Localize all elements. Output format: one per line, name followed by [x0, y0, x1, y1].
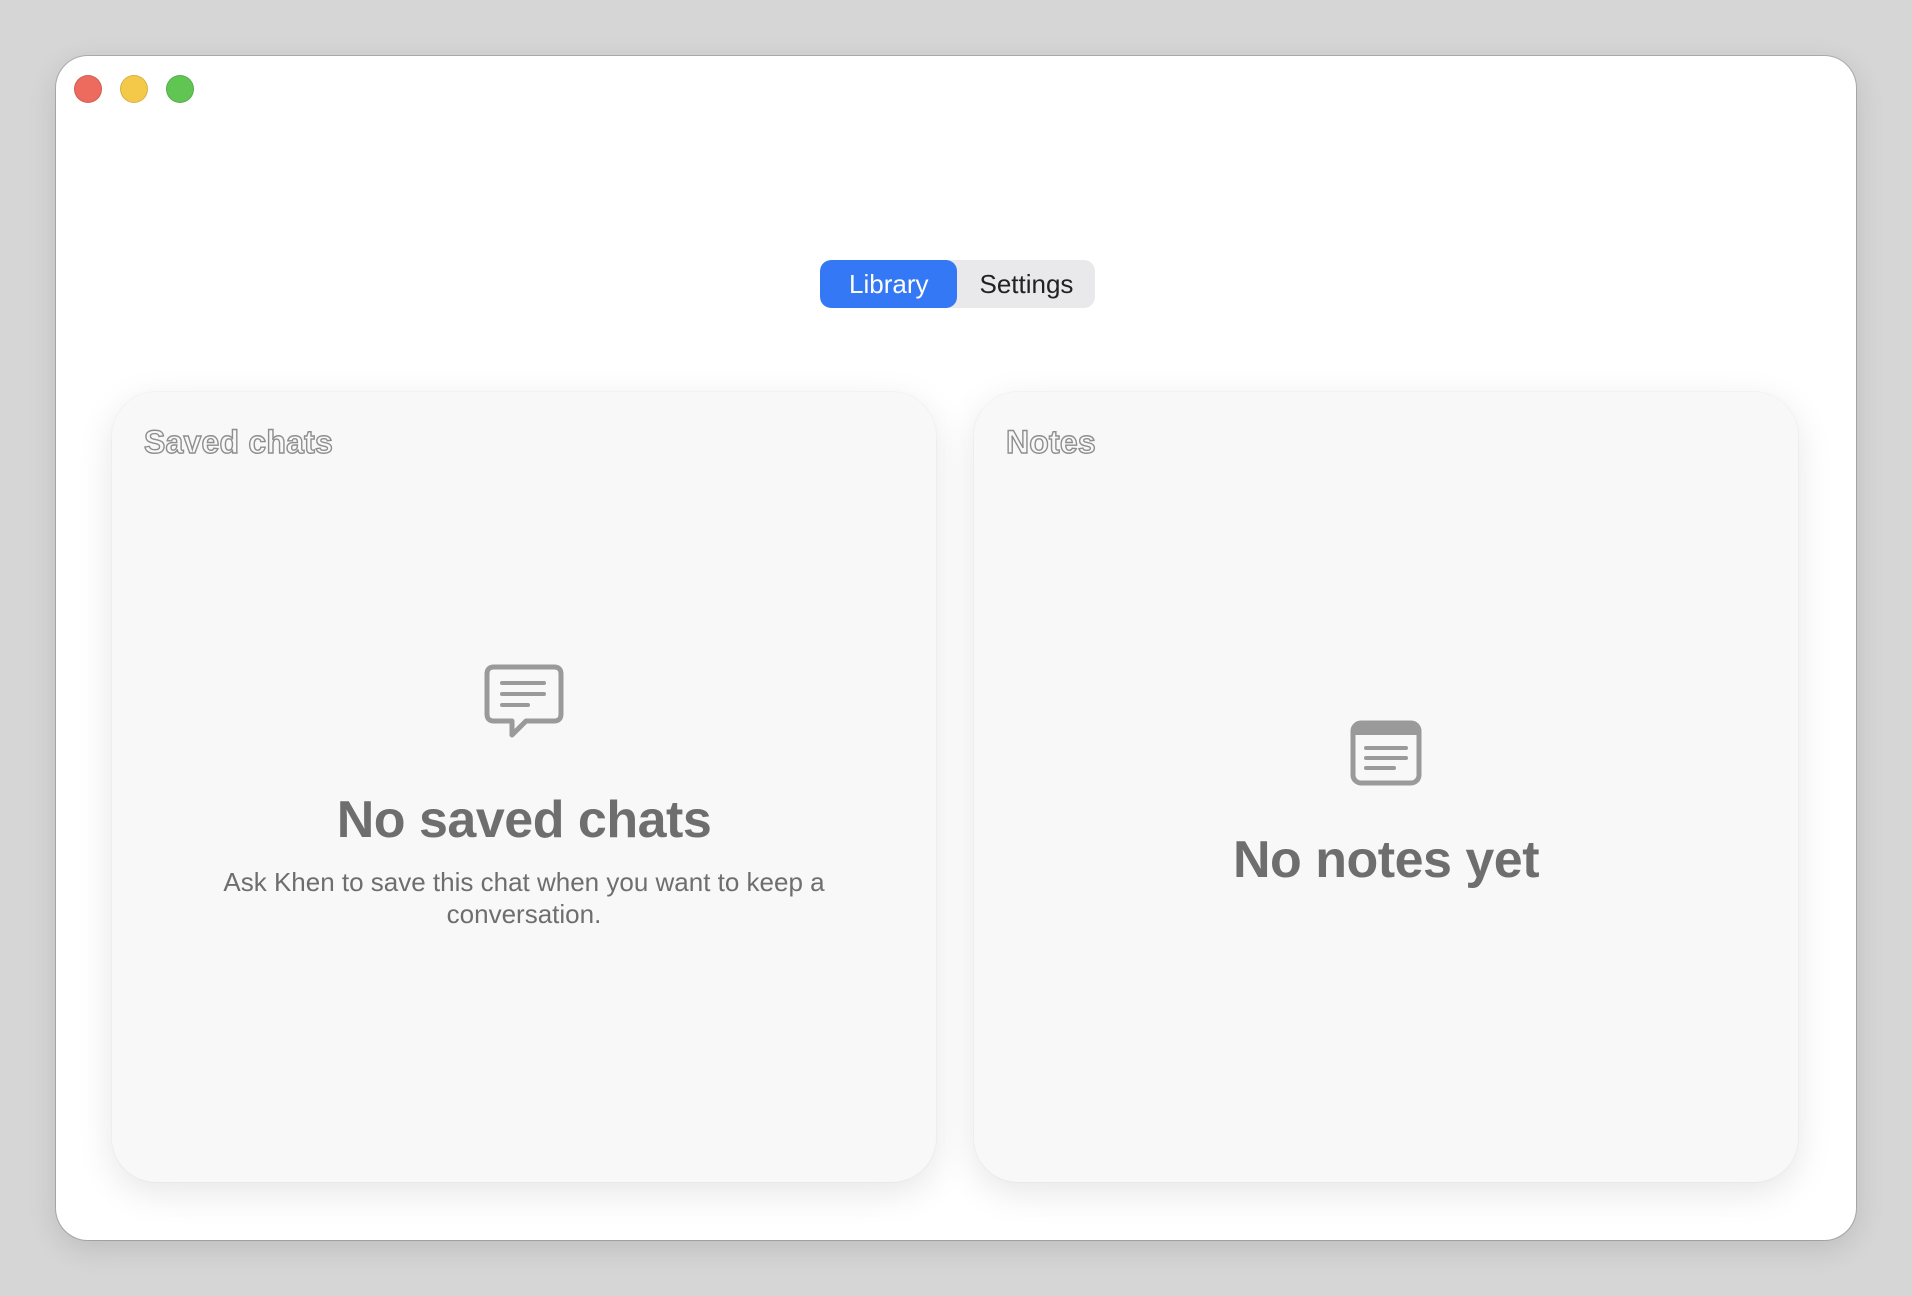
saved-chats-empty-description: Ask Khen to save this chat when you want… — [223, 867, 825, 929]
notes-empty-state: No notes yet — [974, 720, 1798, 890]
saved-chats-empty-state: No saved chats Ask Khen to save this cha… — [112, 664, 936, 930]
notes-empty-title: No notes yet — [1232, 831, 1540, 889]
chat-bubble-icon — [484, 664, 564, 738]
app-window: Library Settings Saved chats No saved ch… — [56, 56, 1856, 1240]
tab-library[interactable]: Library — [820, 260, 958, 308]
view-segmented-control: Library Settings — [820, 260, 1096, 308]
saved-chats-empty-title: No saved chats — [336, 791, 712, 849]
notes-title: Notes — [1005, 423, 1096, 460]
notes-panel: Notes No notes yet — [974, 392, 1798, 1182]
close-button[interactable] — [74, 75, 102, 103]
minimize-button[interactable] — [120, 75, 148, 103]
tab-settings[interactable]: Settings — [957, 260, 1095, 308]
note-document-icon — [1350, 720, 1422, 786]
window-controls — [74, 75, 194, 103]
saved-chats-title: Saved chats — [143, 423, 333, 460]
saved-chats-panel: Saved chats No saved chats Ask Khen to s… — [112, 392, 936, 1182]
zoom-button[interactable] — [166, 75, 194, 103]
